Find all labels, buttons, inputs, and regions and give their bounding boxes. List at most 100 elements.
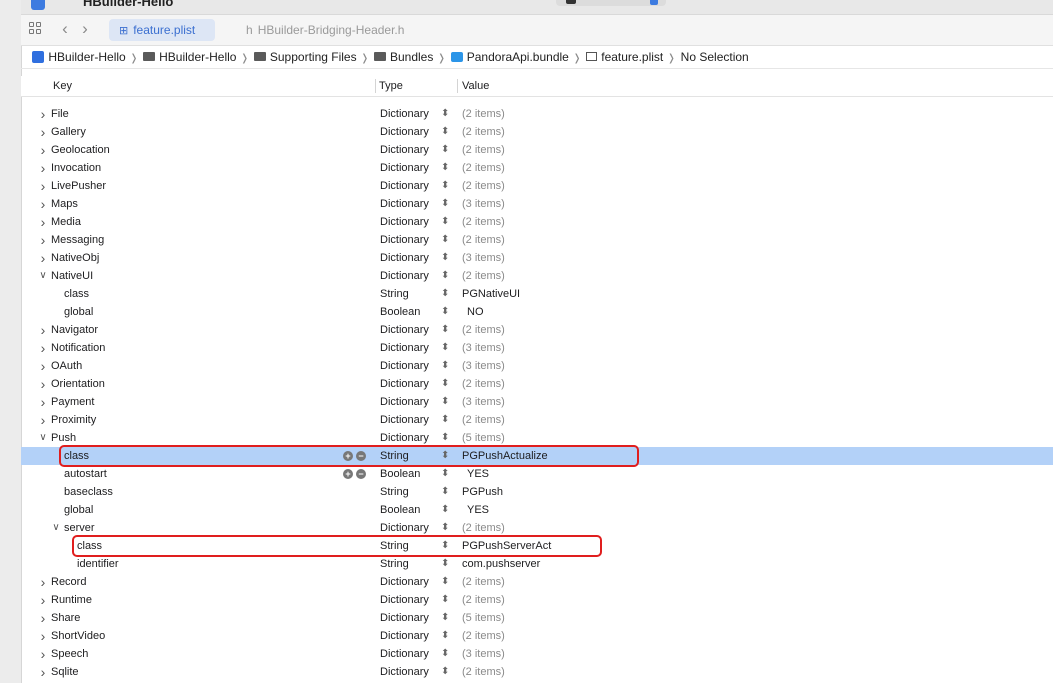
type-popup-chevron-icon[interactable]: ⬍ xyxy=(441,195,449,213)
breadcrumb-item-supporting-files[interactable]: Supporting Files xyxy=(253,46,357,68)
type-popup-chevron-icon[interactable]: ⬍ xyxy=(441,501,449,519)
table-row[interactable]: › Gallery Dictionary ⬍ (2 items) xyxy=(21,123,1053,141)
type-popup-chevron-icon[interactable]: ⬍ xyxy=(441,483,449,501)
row-type-popup[interactable]: Dictionary xyxy=(380,159,429,177)
row-type-popup[interactable]: String xyxy=(380,483,409,501)
row-key[interactable]: Share xyxy=(51,609,80,627)
type-popup-chevron-icon[interactable]: ⬍ xyxy=(441,267,449,285)
row-value[interactable]: com.pushserver xyxy=(462,555,540,573)
row-key[interactable]: global xyxy=(64,501,93,519)
row-key[interactable]: ShortVideo xyxy=(51,627,105,645)
table-row[interactable]: identifier String ⬍ com.pushserver xyxy=(21,555,1053,573)
type-popup-chevron-icon[interactable]: ⬍ xyxy=(441,123,449,141)
row-key[interactable]: Orientation xyxy=(51,375,105,393)
row-key[interactable]: File xyxy=(51,105,69,123)
row-key[interactable]: NativeUI xyxy=(51,267,93,285)
table-row[interactable]: › Speech Dictionary ⬍ (3 items) xyxy=(21,645,1053,663)
table-row[interactable]: › File Dictionary ⬍ (2 items) xyxy=(21,105,1053,123)
row-key[interactable]: class xyxy=(64,285,89,303)
disclosure-collapsed-icon[interactable]: › xyxy=(37,609,49,627)
row-key[interactable]: server xyxy=(64,519,95,537)
row-value[interactable]: PGNativeUI xyxy=(462,285,520,303)
add-row-icon[interactable]: + xyxy=(343,469,353,479)
row-type-popup[interactable]: String xyxy=(380,447,409,465)
breadcrumb-item-selection[interactable]: No Selection xyxy=(681,46,749,68)
column-header-type[interactable]: Type xyxy=(379,76,403,96)
row-key[interactable]: baseclass xyxy=(64,483,113,501)
table-row[interactable]: › Proximity Dictionary ⬍ (2 items) xyxy=(21,411,1053,429)
row-key[interactable]: Notification xyxy=(51,339,105,357)
row-key[interactable]: Push xyxy=(51,429,76,447)
table-row[interactable]: › Maps Dictionary ⬍ (3 items) xyxy=(21,195,1053,213)
tab-bridging-header[interactable]: h HBuilder-Bridging-Header.h xyxy=(236,19,436,41)
row-type-popup[interactable]: Dictionary xyxy=(380,141,429,159)
type-popup-chevron-icon[interactable]: ⬍ xyxy=(441,213,449,231)
type-popup-chevron-icon[interactable]: ⬍ xyxy=(441,663,449,681)
row-type-popup[interactable]: Dictionary xyxy=(380,627,429,645)
forward-icon[interactable]: › xyxy=(77,20,93,38)
remove-row-icon[interactable]: − xyxy=(356,469,366,479)
table-row[interactable]: › Media Dictionary ⬍ (2 items) xyxy=(21,213,1053,231)
row-type-popup[interactable]: Dictionary xyxy=(380,645,429,663)
type-popup-chevron-icon[interactable]: ⬍ xyxy=(441,393,449,411)
table-row[interactable]: ∨ NativeUI Dictionary ⬍ (2 items) xyxy=(21,267,1053,285)
column-divider[interactable] xyxy=(457,79,458,93)
row-key[interactable]: Payment xyxy=(51,393,94,411)
table-row[interactable]: › Invocation Dictionary ⬍ (2 items) xyxy=(21,159,1053,177)
disclosure-expanded-icon[interactable]: ∨ xyxy=(50,519,62,537)
related-items-icon[interactable] xyxy=(29,22,43,36)
table-row[interactable]: › Record Dictionary ⬍ (2 items) xyxy=(21,573,1053,591)
row-type-popup[interactable]: Dictionary xyxy=(380,249,429,267)
row-key[interactable]: class xyxy=(77,537,102,555)
disclosure-collapsed-icon[interactable]: › xyxy=(37,177,49,195)
row-type-popup[interactable]: String xyxy=(380,537,409,555)
disclosure-collapsed-icon[interactable]: › xyxy=(37,249,49,267)
table-row[interactable]: › Share Dictionary ⬍ (5 items) xyxy=(21,609,1053,627)
row-key[interactable]: NativeObj xyxy=(51,249,99,267)
disclosure-expanded-icon[interactable]: ∨ xyxy=(37,429,49,447)
table-row[interactable]: › ShortVideo Dictionary ⬍ (2 items) xyxy=(21,627,1053,645)
table-row[interactable]: › Notification Dictionary ⬍ (3 items) xyxy=(21,339,1053,357)
row-value[interactable]: YES xyxy=(467,465,489,483)
row-key[interactable]: Speech xyxy=(51,645,88,663)
row-key[interactable]: OAuth xyxy=(51,357,82,375)
row-type-popup[interactable]: Dictionary xyxy=(380,321,429,339)
row-type-popup[interactable]: Dictionary xyxy=(380,231,429,249)
row-value[interactable]: PGPush xyxy=(462,483,503,501)
table-row[interactable]: › OAuth Dictionary ⬍ (3 items) xyxy=(21,357,1053,375)
type-popup-chevron-icon[interactable]: ⬍ xyxy=(441,465,449,483)
disclosure-collapsed-icon[interactable]: › xyxy=(37,411,49,429)
row-key[interactable]: Media xyxy=(51,213,81,231)
disclosure-collapsed-icon[interactable]: › xyxy=(37,213,49,231)
disclosure-collapsed-icon[interactable]: › xyxy=(37,375,49,393)
type-popup-chevron-icon[interactable]: ⬍ xyxy=(441,375,449,393)
table-row[interactable]: autostart + − Boolean ⬍ YES xyxy=(21,465,1053,483)
disclosure-collapsed-icon[interactable]: › xyxy=(37,159,49,177)
disclosure-collapsed-icon[interactable]: › xyxy=(37,141,49,159)
row-type-popup[interactable]: Dictionary xyxy=(380,213,429,231)
row-type-popup[interactable]: Dictionary xyxy=(380,429,429,447)
table-row[interactable]: › Navigator Dictionary ⬍ (2 items) xyxy=(21,321,1053,339)
table-row[interactable]: › Orientation Dictionary ⬍ (2 items) xyxy=(21,375,1053,393)
row-type-popup[interactable]: Dictionary xyxy=(380,393,429,411)
type-popup-chevron-icon[interactable]: ⬍ xyxy=(441,249,449,267)
type-popup-chevron-icon[interactable]: ⬍ xyxy=(441,357,449,375)
type-popup-chevron-icon[interactable]: ⬍ xyxy=(441,321,449,339)
breadcrumb-item-project[interactable]: HBuilder-Hello xyxy=(32,46,126,68)
row-type-popup[interactable]: Dictionary xyxy=(380,123,429,141)
row-type-popup[interactable]: String xyxy=(380,285,409,303)
disclosure-collapsed-icon[interactable]: › xyxy=(37,573,49,591)
back-icon[interactable]: ‹ xyxy=(57,20,73,38)
table-row[interactable]: ∨ server Dictionary ⬍ (2 items) xyxy=(21,519,1053,537)
add-row-icon[interactable]: + xyxy=(343,451,353,461)
row-type-popup[interactable]: Dictionary xyxy=(380,519,429,537)
row-type-popup[interactable]: Dictionary xyxy=(380,105,429,123)
type-popup-chevron-icon[interactable]: ⬍ xyxy=(441,573,449,591)
table-row[interactable]: › Payment Dictionary ⬍ (3 items) xyxy=(21,393,1053,411)
type-popup-chevron-icon[interactable]: ⬍ xyxy=(441,141,449,159)
row-type-popup[interactable]: Dictionary xyxy=(380,663,429,681)
tab-feature-plist[interactable]: ⊞ feature.plist xyxy=(109,19,215,41)
row-key[interactable]: identifier xyxy=(77,555,119,573)
row-type-popup[interactable]: Boolean xyxy=(380,501,420,519)
type-popup-chevron-icon[interactable]: ⬍ xyxy=(441,231,449,249)
